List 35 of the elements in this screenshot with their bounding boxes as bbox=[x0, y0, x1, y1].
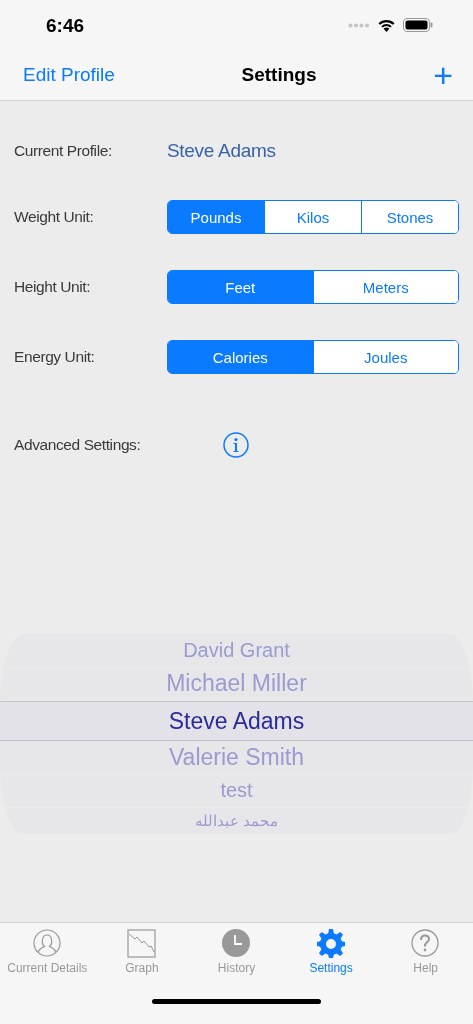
field-label: Height Unit: bbox=[14, 278, 92, 296]
info-icon[interactable] bbox=[223, 432, 249, 458]
tab-item[interactable]: Graph bbox=[94, 929, 189, 983]
battery-icon bbox=[403, 18, 433, 32]
segment[interactable]: Feet bbox=[168, 271, 313, 303]
picker-item[interactable]: test bbox=[0, 774, 473, 809]
tab-item[interactable]: Current Details bbox=[0, 929, 95, 983]
field-label: Energy Unit: bbox=[14, 348, 96, 366]
segment[interactable]: Stones bbox=[361, 201, 458, 233]
segment[interactable]: Calories bbox=[168, 341, 313, 373]
clock-icon bbox=[222, 929, 251, 958]
field-label: Weight Unit: bbox=[14, 208, 95, 226]
picker-item[interactable]: David Grant bbox=[0, 634, 473, 668]
add-button[interactable]: + bbox=[433, 58, 453, 92]
edit-profile-button[interactable]: Edit Profile bbox=[23, 64, 115, 86]
person-icon bbox=[32, 929, 62, 958]
profile-name: Steve Adams bbox=[167, 140, 276, 162]
status-time: 6:46 bbox=[46, 14, 85, 37]
picker-item[interactable]: Valerie Smith bbox=[0, 741, 473, 775]
segment[interactable]: Meters bbox=[312, 271, 458, 303]
line-chart-icon bbox=[127, 929, 157, 958]
tab-item[interactable]: Help bbox=[378, 929, 473, 983]
nav-title: Settings bbox=[241, 64, 317, 86]
settings-icon bbox=[316, 929, 346, 958]
picker-item[interactable]: Steve Adams bbox=[0, 701, 473, 742]
field-label: Advanced Settings: bbox=[14, 436, 142, 454]
segment[interactable]: Joules bbox=[312, 341, 458, 373]
signal-icon bbox=[348, 22, 370, 28]
segment[interactable]: Pounds bbox=[168, 201, 264, 233]
wifi-icon bbox=[377, 18, 396, 32]
field-label: Current Profile: bbox=[14, 142, 113, 160]
tab-item[interactable]: History bbox=[189, 929, 284, 983]
help-icon bbox=[411, 929, 441, 958]
tab-item[interactable]: Settings bbox=[284, 929, 379, 983]
picker-item[interactable]: محمد عبدالله bbox=[0, 808, 473, 835]
